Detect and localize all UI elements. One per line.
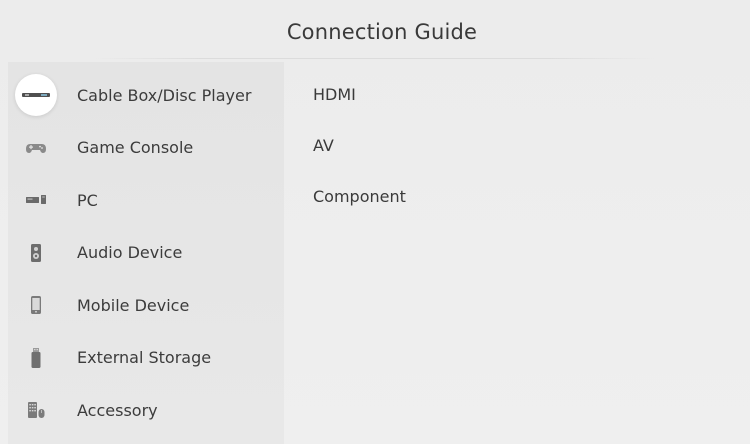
sidebar-item-audio-device[interactable]: Audio Device (8, 227, 284, 280)
device-category-menu: Cable Box/Disc Player Game Console PC Au… (8, 69, 284, 437)
option-component[interactable]: Component (313, 171, 406, 222)
sidebar-item-label: PC (77, 190, 98, 210)
page-title: Connection Guide (286, 20, 478, 44)
sidebar-item-label: Game Console (77, 138, 194, 158)
option-hdmi[interactable]: HDMI (313, 69, 406, 120)
connection-options-panel: HDMI AV Component (284, 62, 750, 444)
sidebar-item-external-storage[interactable]: External Storage (8, 332, 284, 385)
sidebar-item-label: Cable Box/Disc Player (77, 85, 252, 105)
mobile-phone-icon (19, 288, 53, 322)
sidebar-item-game-console[interactable]: Game Console (8, 122, 284, 175)
cable-box-icon (15, 74, 57, 117)
sidebar-item-cable-box-disc-player[interactable]: Cable Box/Disc Player (8, 69, 284, 122)
connection-options-list: HDMI AV Component (313, 69, 406, 222)
sidebar: Cable Box/Disc Player Game Console PC Au… (8, 62, 284, 444)
connection-guide-screen: Connection Guide Cable Box/Disc Player G… (0, 0, 750, 444)
usb-storage-icon (19, 341, 53, 375)
sidebar-item-accessory[interactable]: Accessory (8, 384, 284, 437)
sidebar-item-pc[interactable]: PC (8, 174, 284, 227)
gamepad-icon (19, 131, 53, 165)
pc-icon (19, 183, 53, 217)
header: Connection Guide (0, 0, 750, 56)
header-divider (90, 58, 660, 59)
sidebar-item-label: External Storage (77, 348, 212, 368)
option-av[interactable]: AV (313, 120, 406, 171)
sidebar-item-label: Mobile Device (77, 295, 190, 315)
speaker-icon (19, 236, 53, 270)
sidebar-item-mobile-device[interactable]: Mobile Device (8, 279, 284, 332)
sidebar-item-label: Audio Device (77, 243, 183, 263)
keyboard-mouse-icon (19, 393, 53, 427)
sidebar-item-label: Accessory (77, 400, 158, 420)
